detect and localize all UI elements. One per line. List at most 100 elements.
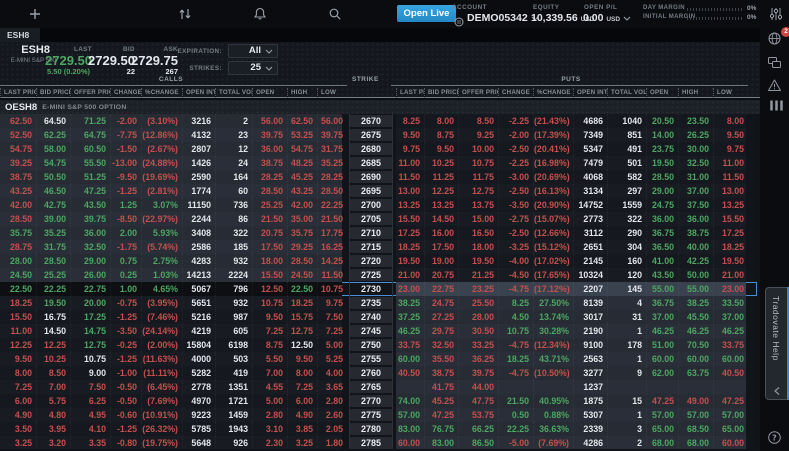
column-header[interactable]: LOW [317, 88, 347, 98]
strike-cell[interactable]: 2685 [350, 157, 392, 169]
calls-cell[interactable]: 47.25 [70, 184, 110, 198]
puts-cell[interactable]: 37.00 [646, 310, 678, 324]
puts-cell[interactable]: 53.75 [458, 408, 498, 422]
puts-cell[interactable]: 26.25 [678, 128, 713, 142]
option-row-2785[interactable]: 3.253.203.35-0.80(19.75%)56489262.303.25… [0, 436, 757, 449]
strikes-select[interactable]: 25 [228, 61, 278, 75]
puts-cell[interactable]: (15.12%) [533, 240, 573, 254]
puts-cell[interactable]: 41.00 [646, 254, 678, 268]
calls-cell[interactable]: 12.75 [287, 324, 317, 338]
puts-cell[interactable]: -3.25 [498, 240, 533, 254]
option-row-2700[interactable]: 42.0042.7543.501.253.07%1115073625.2542.… [0, 198, 757, 212]
calls-cell[interactable]: (19.69%) [141, 170, 182, 184]
puts-cell[interactable]: 17.25 [713, 226, 748, 240]
calls-cell[interactable]: 10.75 [252, 296, 287, 310]
puts-cell[interactable]: 23.00 [396, 282, 424, 296]
calls-cell[interactable]: 38.75 [252, 156, 287, 170]
puts-cell[interactable]: 49.00 [678, 394, 713, 408]
puts-cell[interactable]: -4.75 [498, 282, 533, 296]
puts-cell[interactable]: 24.75 [646, 198, 678, 212]
puts-cell[interactable]: 63.75 [678, 366, 713, 380]
calls-cell[interactable]: 8.50 [36, 366, 70, 380]
puts-cell[interactable]: 43.71% [533, 352, 573, 366]
calls-cell[interactable]: 5.93% [141, 226, 182, 240]
calls-cell[interactable]: 2.00 [110, 226, 141, 240]
calls-cell[interactable]: 15.50 [252, 268, 287, 282]
puts-cell[interactable]: 14752 [573, 198, 607, 212]
puts-cell[interactable]: 491 [607, 142, 646, 156]
calls-cell[interactable]: 38.75 [0, 170, 36, 184]
puts-cell[interactable]: 29.75 [424, 324, 458, 338]
calls-cell[interactable]: (12.86%) [141, 128, 182, 142]
puts-cell[interactable]: (17.02%) [533, 254, 573, 268]
calls-cell[interactable]: (5.74%) [141, 240, 182, 254]
calls-cell[interactable]: 18.00 [252, 254, 287, 268]
puts-cell[interactable]: 41.75 [424, 380, 458, 394]
calls-cell[interactable]: 4219 [182, 324, 215, 338]
puts-cell[interactable]: 2339 [573, 422, 607, 436]
puts-cell[interactable]: 46.25 [678, 324, 713, 338]
option-row-2720[interactable]: 28.0028.5029.000.752.75%428393218.0028.5… [0, 254, 757, 268]
puts-cell[interactable]: 10324 [573, 268, 607, 282]
calls-cell[interactable]: (3.95%) [141, 296, 182, 310]
calls-cell[interactable]: 58.00 [36, 142, 70, 156]
calls-cell[interactable]: 7.00 [252, 366, 287, 380]
calls-cell[interactable]: 14.50 [36, 324, 70, 338]
calls-cell[interactable]: 7.25 [287, 380, 317, 394]
puts-cell[interactable]: -3.50 [498, 198, 533, 212]
puts-cell[interactable]: 16.50 [458, 226, 498, 240]
puts-cell[interactable]: 9100 [573, 338, 607, 352]
puts-cell[interactable]: -2.00 [498, 128, 533, 142]
calls-cell[interactable]: 64.75 [70, 128, 110, 142]
calls-cell[interactable]: 926 [215, 436, 252, 449]
calls-cell[interactable]: -7.75 [110, 128, 141, 142]
puts-cell[interactable]: 40.00 [678, 240, 713, 254]
calls-cell[interactable]: (3.10%) [141, 114, 182, 128]
option-row-2775[interactable]: 4.904.804.95-0.60(10.91%)922314592.804.9… [0, 408, 757, 422]
option-row-2685[interactable]: 39.2554.7555.50-13.00(24.88%)14262438.75… [0, 156, 757, 170]
calls-cell[interactable]: 42.00 [287, 198, 317, 212]
calls-cell[interactable]: 987 [215, 310, 252, 324]
puts-cell[interactable]: 40.50 [396, 366, 424, 380]
puts-cell[interactable]: 51.00 [646, 338, 678, 352]
calls-cell[interactable]: -3.50 [110, 324, 141, 338]
puts-cell[interactable] [498, 380, 533, 394]
puts-cell[interactable]: -3.00 [498, 170, 533, 184]
calls-cell[interactable]: 3408 [182, 226, 215, 240]
strike-cell[interactable]: 2745 [350, 325, 392, 337]
calls-cell[interactable]: 7.50 [70, 380, 110, 394]
calls-cell[interactable]: (26.32%) [141, 422, 182, 436]
calls-cell[interactable]: 15.75 [287, 310, 317, 324]
calls-cell[interactable]: 9.50 [252, 310, 287, 324]
puts-cell[interactable]: 11.75 [458, 170, 498, 184]
puts-cell[interactable]: 10.75 [458, 156, 498, 170]
puts-cell[interactable]: 1 [607, 324, 646, 338]
puts-cell[interactable]: 7349 [573, 128, 607, 142]
puts-cell[interactable]: 10.25 [424, 156, 458, 170]
column-header[interactable]: HIGH [678, 88, 713, 98]
calls-cell[interactable]: 5785 [182, 422, 215, 436]
calls-cell[interactable]: 35.75 [287, 226, 317, 240]
calls-cell[interactable]: 605 [215, 324, 252, 338]
puts-cell[interactable] [713, 380, 748, 394]
puts-cell[interactable]: 47.25 [646, 394, 678, 408]
calls-cell[interactable]: 8.75 [252, 338, 287, 352]
puts-cell[interactable]: 22.75 [424, 282, 458, 296]
calls-cell[interactable]: 86 [215, 212, 252, 226]
puts-cell[interactable]: 8.50 [458, 114, 498, 128]
strike-cell[interactable]: 2695 [350, 185, 392, 197]
calls-cell[interactable]: 3.25 [287, 436, 317, 449]
strike-cell[interactable]: 2755 [350, 353, 392, 365]
puts-cell[interactable]: (7.69%) [533, 436, 573, 449]
puts-cell[interactable] [396, 380, 424, 394]
puts-cell[interactable]: 8.75 [424, 128, 458, 142]
puts-cell[interactable]: 13.00 [713, 184, 748, 198]
puts-cell[interactable]: 851 [607, 128, 646, 142]
puts-cell[interactable]: 60.00 [396, 352, 424, 366]
calls-cell[interactable]: 322 [215, 226, 252, 240]
calls-cell[interactable]: -1.25 [110, 352, 141, 366]
puts-cell[interactable]: 8.00 [424, 114, 458, 128]
puts-cell[interactable]: 28.00 [458, 310, 498, 324]
puts-cell[interactable]: 19.50 [458, 254, 498, 268]
calls-cell[interactable]: 23 [215, 128, 252, 142]
